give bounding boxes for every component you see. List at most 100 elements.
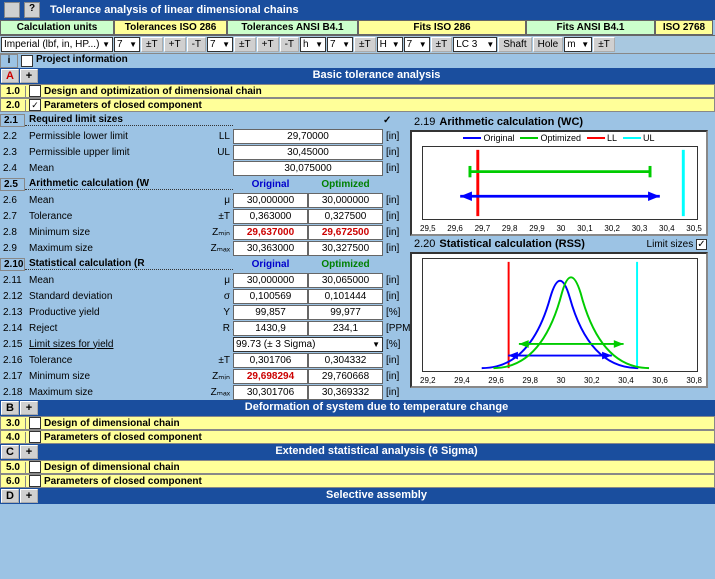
- row-2.13: 2.13Productive yieldY 99,857 99,977 [%]: [0, 304, 408, 320]
- stat-hdr: 2.10 Statistical calculation (R Original…: [0, 256, 408, 272]
- section-A-letter[interactable]: A: [1, 69, 19, 83]
- btn-pmT-1[interactable]: ±T: [141, 37, 163, 52]
- section-D: D + Selective assembly: [0, 488, 715, 504]
- val1-2.6: 30,000000: [233, 193, 308, 208]
- chk-4-0[interactable]: [29, 431, 41, 443]
- section-C-plus[interactable]: +: [20, 445, 38, 459]
- chk-5-0[interactable]: [29, 461, 41, 473]
- section-A-plus[interactable]: +: [20, 69, 38, 83]
- section-B-plus[interactable]: +: [20, 401, 38, 415]
- sel-7c[interactable]: 7▼: [327, 37, 353, 52]
- val2-2.7: 0,327500: [308, 209, 383, 224]
- sel-7d[interactable]: 7▼: [404, 37, 430, 52]
- chart1: Original Optimized LL UL 29,529,629,729,…: [410, 130, 708, 236]
- btn-pmT-2[interactable]: ±T: [234, 37, 256, 52]
- btn-mT-1[interactable]: -T: [187, 37, 206, 52]
- chart2-title: 2.20Statistical calculation (RSS) Limit …: [410, 236, 711, 252]
- chart1-legend: Original Optimized LL UL: [412, 132, 706, 143]
- row-2.2: 2.2Permissible lower limitLL 29,70000 [i…: [0, 128, 408, 144]
- section-A: A + Basic tolerance analysis: [0, 68, 715, 84]
- bar-5-0: 5.0Design of dimensional chain: [0, 460, 715, 474]
- val2-2.12: 0,101444: [308, 289, 383, 304]
- sel-H[interactable]: H▼: [377, 37, 403, 52]
- toolbar-row: Imperial (lbf, in, HP...)▼ 7▼ ±T +T -T 7…: [0, 36, 715, 53]
- sel-lc3[interactable]: LC 3▼: [453, 37, 497, 52]
- limit-yield-select[interactable]: 99.73 (± 3 Sigma)▼: [233, 337, 383, 352]
- chk-3-0[interactable]: [29, 417, 41, 429]
- row-2.16: 2.16Tolerance±T 0,301706 0,304332 [in]: [0, 352, 408, 368]
- btn-hole[interactable]: Hole: [533, 37, 564, 52]
- section-D-plus[interactable]: +: [20, 489, 38, 503]
- row-2.14: 2.14RejectR 1430,9 234,1 [PPM]: [0, 320, 408, 336]
- val1-2.8: 29,637000: [233, 225, 308, 240]
- val-2.4[interactable]: 30,075000: [233, 161, 383, 176]
- row-2.8: 2.8Minimum sizeZₘᵢₙ 29,637000 29,672500 …: [0, 224, 408, 240]
- bar-1-0: 1.0 Design and optimization of dimension…: [0, 84, 715, 98]
- btn-pT-2[interactable]: +T: [257, 37, 279, 52]
- val1-2.7: 0,363000: [233, 209, 308, 224]
- sel-7b[interactable]: 7▼: [207, 37, 233, 52]
- row-2.4: 2.4Mean 30,075000 [in]: [0, 160, 408, 176]
- row-2.6: 2.6Meanμ 30,000000 30,000000 [in]: [0, 192, 408, 208]
- sel-7a[interactable]: 7▼: [114, 37, 140, 52]
- bar-6-0: 6.0Parameters of closed component: [0, 474, 715, 488]
- row-2.18: 2.18Maximum sizeZₘₐₓ 30,301706 30,369332…: [0, 384, 408, 400]
- val1-2.16: 0,301706: [233, 353, 308, 368]
- val1-2.14: 1430,9: [233, 321, 308, 336]
- val2-2.11: 30,065000: [308, 273, 383, 288]
- val2-2.6: 30,000000: [308, 193, 383, 208]
- val2-2.8: 29,672500: [308, 225, 383, 240]
- btn-pmT-3[interactable]: ±T: [354, 37, 376, 52]
- hdr-calc-units: Calculation units: [0, 20, 114, 35]
- val2-2.17: 29,760668: [308, 369, 383, 384]
- btn-pT-1[interactable]: +T: [164, 37, 186, 52]
- proj-info-row: i Project information: [0, 53, 715, 68]
- hdr-fits-ansi: Fits ANSI B4.1: [526, 20, 655, 35]
- val1-2.9: 30,363000: [233, 241, 308, 256]
- chevron-down-icon: ▼: [102, 40, 110, 49]
- val1-2.11: 30,000000: [233, 273, 308, 288]
- section-B: B + Deformation of system due to tempera…: [0, 400, 715, 416]
- section-D-letter[interactable]: D: [1, 489, 19, 503]
- val-2.3[interactable]: 30,45000: [233, 145, 383, 160]
- chk-2-0[interactable]: ✓: [29, 99, 41, 111]
- val2-2.9: 30,327500: [308, 241, 383, 256]
- help-icon[interactable]: ?: [24, 2, 40, 18]
- hdr-tol-ansi: Tolerances ANSI B4.1: [227, 20, 358, 35]
- val1-2.17: 29,698294: [233, 369, 308, 384]
- row-2.12: 2.12Standard deviationσ 0,100569 0,10144…: [0, 288, 408, 304]
- sel-m[interactable]: m▼: [564, 37, 592, 52]
- chk-6-0[interactable]: [29, 475, 41, 487]
- btn-mT-2[interactable]: -T: [280, 37, 299, 52]
- info-icon[interactable]: i: [0, 54, 18, 68]
- btn-pmT-5[interactable]: ±T: [593, 37, 615, 52]
- chk-1-0[interactable]: [29, 85, 41, 97]
- proj-info-check[interactable]: [21, 55, 33, 67]
- val2-2.18: 30,369332: [308, 385, 383, 400]
- row-2.3: 2.3Permissible upper limitUL 30,45000 [i…: [0, 144, 408, 160]
- val2-2.14: 234,1: [308, 321, 383, 336]
- units-select[interactable]: Imperial (lbf, in, HP...)▼: [1, 37, 113, 52]
- sel-h[interactable]: h▼: [300, 37, 326, 52]
- chk-limitsizes[interactable]: ✓: [696, 239, 707, 250]
- chart1-title: 2.19Arithmetic calculation (WC): [410, 114, 711, 130]
- row-2.17: 2.17Minimum sizeZₘᵢₙ 29,698294 29,760668…: [0, 368, 408, 384]
- hdr-tol-iso286: Tolerances ISO 286: [114, 20, 227, 35]
- bar-4-0: 4.0Parameters of closed component: [0, 430, 715, 444]
- section-C: C + Extended statistical analysis (6 Sig…: [0, 444, 715, 460]
- val-2.2[interactable]: 29,70000: [233, 129, 383, 144]
- val1-2.12: 0,100569: [233, 289, 308, 304]
- app-title: Tolerance analysis of linear dimensional…: [50, 4, 299, 16]
- section-C-letter[interactable]: C: [1, 445, 19, 459]
- hdr-iso2768: ISO 2768: [655, 20, 713, 35]
- arith-hdr: 2.5 Arithmetic calculation (W Original O…: [0, 176, 408, 192]
- app-icon: [4, 2, 20, 18]
- title-bar: ? Tolerance analysis of linear dimension…: [0, 0, 715, 20]
- btn-shaft[interactable]: Shaft: [498, 37, 531, 52]
- section-B-letter[interactable]: B: [1, 401, 19, 415]
- btn-pmT-4[interactable]: ±T: [431, 37, 453, 52]
- chart2: 29,229,429,629,83030,230,430,630,8: [410, 252, 708, 388]
- row-2.7: 2.7Tolerance±T 0,363000 0,327500 [in]: [0, 208, 408, 224]
- chk-req-limits[interactable]: ✓: [383, 115, 408, 126]
- row-2.11: 2.11Meanμ 30,000000 30,065000 [in]: [0, 272, 408, 288]
